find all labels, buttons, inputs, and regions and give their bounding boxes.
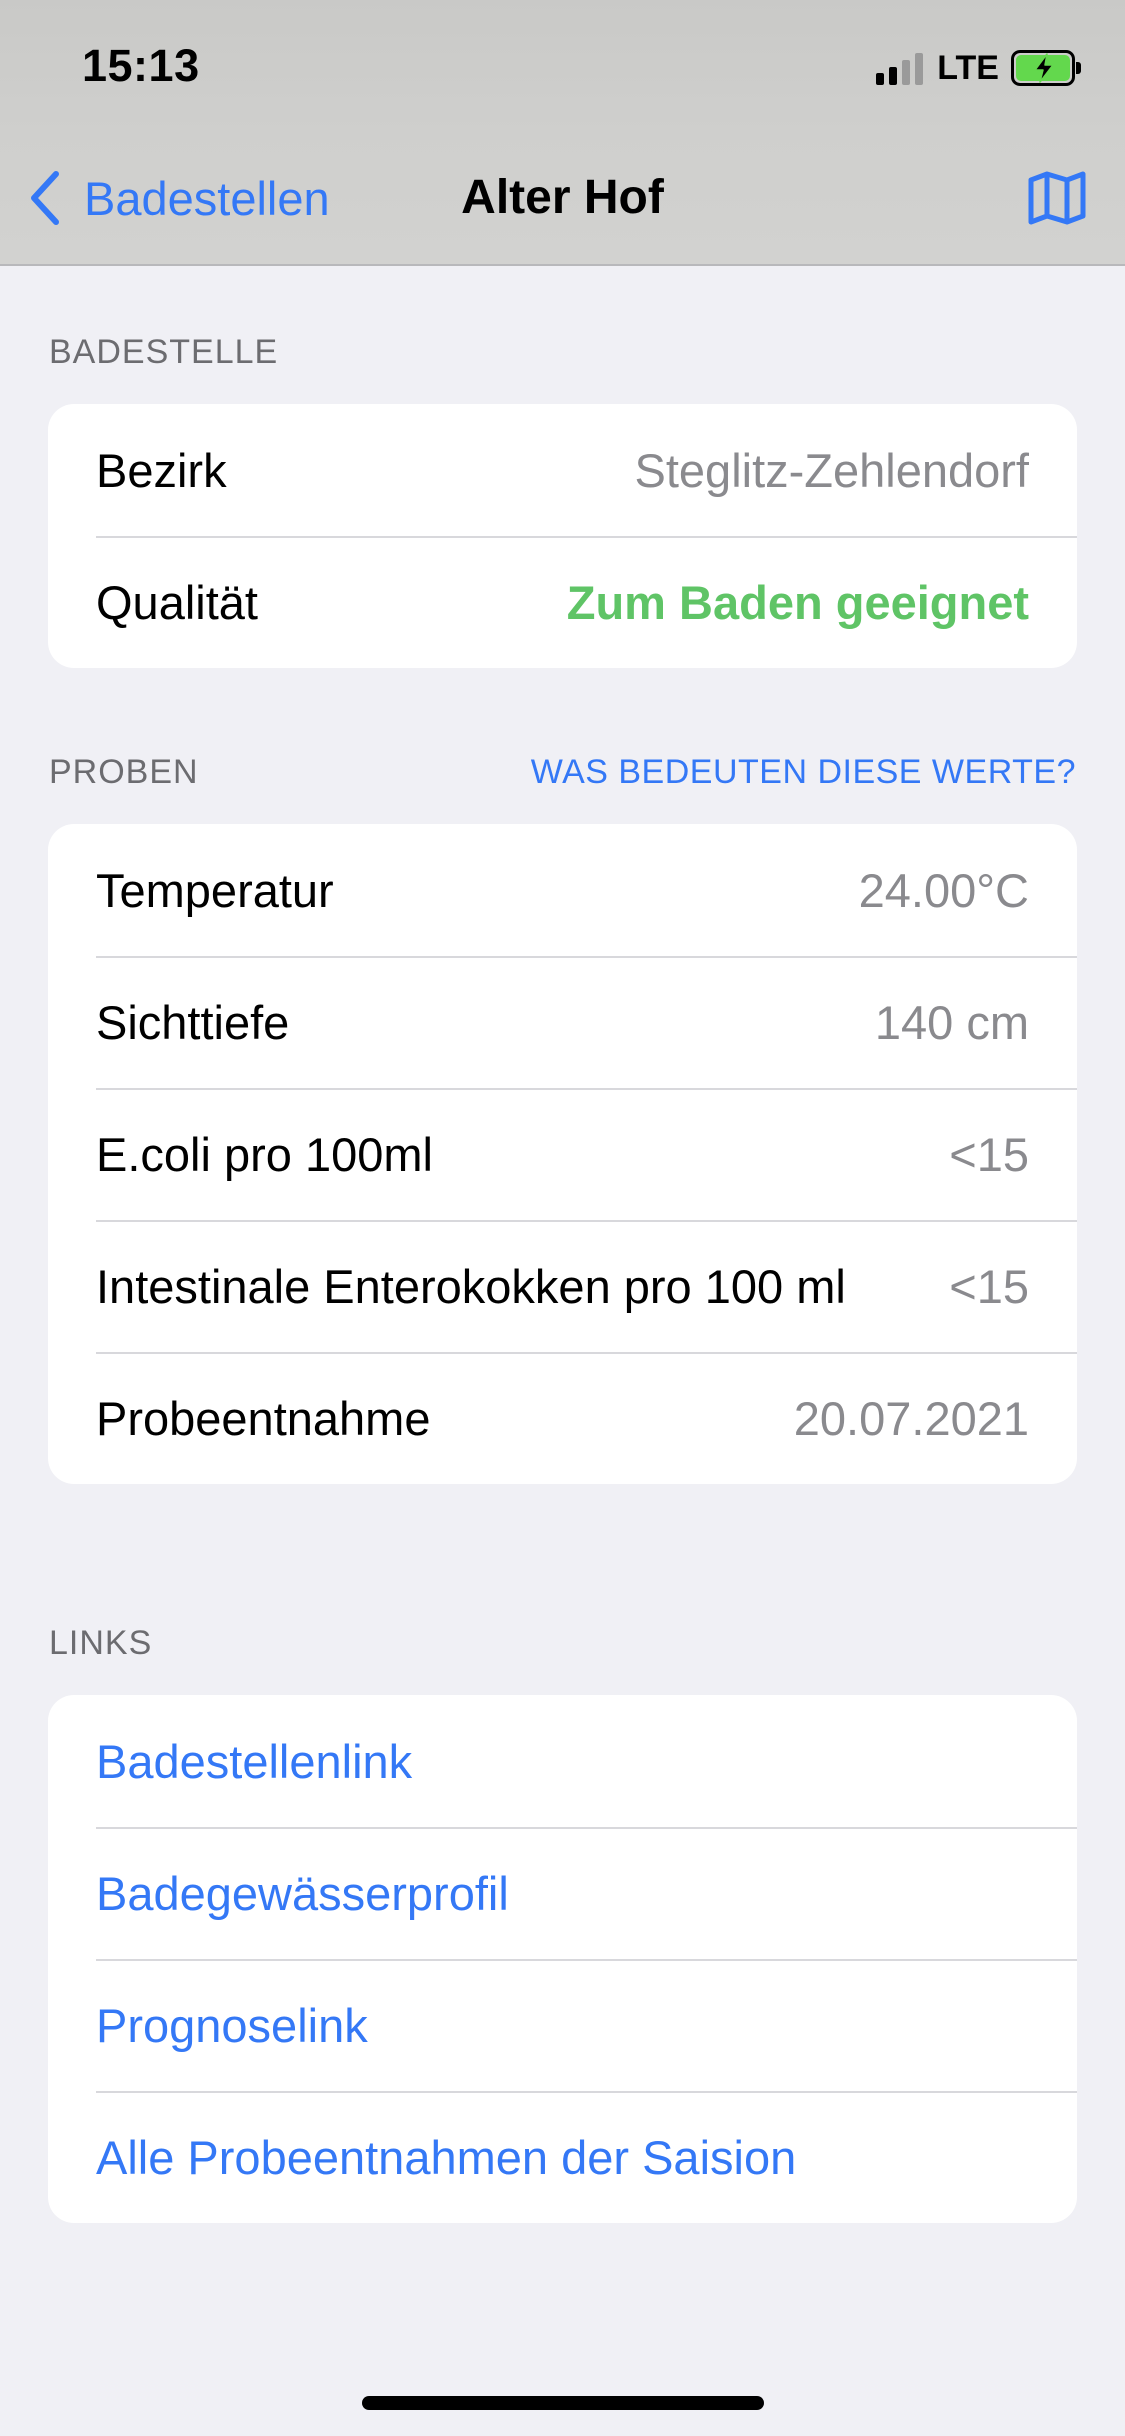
row-value: 20.07.2021 xyxy=(793,1391,1029,1445)
row-value: 140 cm xyxy=(874,995,1029,1049)
row-value: <15 xyxy=(949,1259,1029,1313)
section-header-proben: PROBEN WAS BEDEUTEN DIESE WERTE? xyxy=(49,752,1076,792)
quality-status: Zum Baden geeignet xyxy=(566,575,1029,629)
link-label: Prognoselink xyxy=(96,1998,368,2052)
row-label: Qualität xyxy=(96,575,258,629)
link-label: Badestellenlink xyxy=(96,1734,413,1788)
row-bezirk: Bezirk Steglitz-Zehlendorf xyxy=(48,404,1077,536)
link-alle-probeentnahmen[interactable]: Alle Probeentnahmen der Saision xyxy=(48,2091,1077,2223)
row-value: <15 xyxy=(949,1127,1029,1181)
row-qualitaet: Qualität Zum Baden geeignet xyxy=(48,536,1077,668)
badestelle-group: Bezirk Steglitz-Zehlendorf Qualität Zum … xyxy=(48,404,1077,668)
row-label: Bezirk xyxy=(96,443,227,497)
row-label: Probeentnahme xyxy=(96,1391,431,1445)
navigation-bar: 15:13 LTE Badestellen Alter Hof xyxy=(0,0,1125,266)
home-indicator[interactable] xyxy=(362,2396,764,2410)
page-title: Alter Hof xyxy=(461,171,664,224)
battery-charging-icon xyxy=(1011,50,1081,86)
row-label: E.coli pro 100ml xyxy=(96,1127,433,1181)
cellular-signal-icon xyxy=(871,51,924,85)
network-type: LTE xyxy=(937,48,999,87)
map-icon[interactable] xyxy=(1027,170,1087,226)
row-probeentnahme: Probeentnahme 20.07.2021 xyxy=(48,1352,1077,1484)
screen: 15:13 LTE Badestellen Alter Hof BADESTEL… xyxy=(0,0,1125,2436)
link-label: Badegewässerprofil xyxy=(96,1866,509,1920)
info-link-button[interactable]: WAS BEDEUTEN DIESE WERTE? xyxy=(531,752,1076,792)
link-badegewaesserprofil[interactable]: Badegewässerprofil xyxy=(48,1827,1077,1959)
row-value: Steglitz-Zehlendorf xyxy=(634,443,1029,497)
row-value: 24.00°C xyxy=(858,863,1029,917)
row-ecoli: E.coli pro 100ml <15 xyxy=(48,1088,1077,1220)
proben-group: Temperatur 24.00°C Sichttiefe 140 cm E.c… xyxy=(48,824,1077,1484)
row-enterokokken: Intestinale Enterokokken pro 100 ml <15 xyxy=(48,1220,1077,1352)
section-header-badestelle: BADESTELLE xyxy=(49,333,279,371)
row-label: Sichttiefe xyxy=(96,995,290,1049)
links-group: Badestellenlink Badegewässerprofil Progn… xyxy=(48,1695,1077,2223)
link-badestellenlink[interactable]: Badestellenlink xyxy=(48,1695,1077,1827)
link-prognoselink[interactable]: Prognoselink xyxy=(48,1959,1077,2091)
status-time: 15:13 xyxy=(82,40,200,91)
row-label: Temperatur xyxy=(96,863,334,917)
status-indicators: LTE xyxy=(871,48,1081,88)
row-temperatur: Temperatur 24.00°C xyxy=(48,824,1077,956)
section-header-links: LINKS xyxy=(49,1624,153,1662)
row-sichttiefe: Sichttiefe 140 cm xyxy=(48,956,1077,1088)
link-label: Alle Probeentnahmen der Saision xyxy=(96,2130,797,2184)
row-label: Intestinale Enterokokken pro 100 ml xyxy=(96,1259,846,1313)
